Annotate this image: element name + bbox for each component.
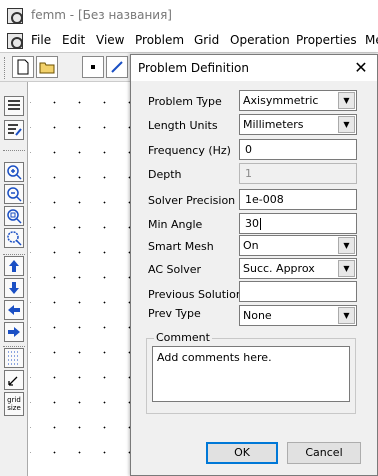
depth-label: Depth <box>148 168 182 181</box>
problem-type-label: Problem Type <box>148 95 222 108</box>
chevron-down-icon[interactable]: ▼ <box>338 307 355 324</box>
solver-precision-value: 1e-008 <box>245 193 284 206</box>
left-toolbar: grid size <box>0 82 28 476</box>
close-icon[interactable]: ✕ <box>351 58 371 78</box>
toolbar-grip[interactable] <box>4 57 7 79</box>
select-segment-icon[interactable] <box>106 56 128 78</box>
drawing-canvas[interactable] <box>30 84 134 476</box>
chevron-down-icon[interactable]: ▼ <box>338 260 355 277</box>
prev-type-label: Prev Type <box>148 307 201 320</box>
pan-right-icon[interactable] <box>4 322 24 342</box>
menu-file[interactable]: File <box>31 33 51 47</box>
previous-solution-label: Previous Solution <box>148 288 243 301</box>
prev-type-value: None <box>243 309 272 322</box>
pan-left-icon[interactable] <box>4 300 24 320</box>
menu-grid[interactable]: Grid <box>194 33 219 47</box>
solver-precision-input[interactable]: 1e-008 <box>239 189 357 210</box>
femm-app-icon <box>7 8 23 24</box>
pan-up-icon[interactable] <box>4 256 24 276</box>
smart-mesh-label: Smart Mesh <box>148 240 214 253</box>
dialog-titlebar[interactable]: Problem Definition ✕ <box>131 55 377 81</box>
frequency-value: 0 <box>245 143 252 156</box>
grid-size-button[interactable]: grid size <box>4 392 24 416</box>
toolbar-separator <box>3 150 25 151</box>
document-menu-icon[interactable] <box>7 33 23 49</box>
app-title: femm - [Без названия] <box>31 8 172 22</box>
dialog-title: Problem Definition <box>138 61 249 75</box>
edit-properties-icon[interactable] <box>4 120 24 140</box>
comment-textarea[interactable]: Add comments here. <box>152 346 350 402</box>
zoom-in-icon[interactable] <box>4 162 24 182</box>
text-caret <box>260 218 261 230</box>
problem-type-value: Axisymmetric <box>243 94 319 107</box>
min-angle-value-wrap: 30 <box>245 217 261 230</box>
length-units-value: Millimeters <box>243 118 304 131</box>
ac-solver-select[interactable]: Succ. Approx ▼ <box>239 258 357 279</box>
min-angle-input[interactable]: 30 <box>239 213 357 234</box>
pan-down-icon[interactable] <box>4 278 24 298</box>
ac-solver-value: Succ. Approx <box>243 262 315 275</box>
show-grid-icon[interactable] <box>4 348 24 368</box>
chevron-down-icon[interactable]: ▼ <box>338 116 355 133</box>
frequency-input[interactable]: 0 <box>239 139 357 160</box>
min-angle-label: Min Angle <box>148 218 203 231</box>
comment-legend: Comment <box>154 331 212 344</box>
menu-operation[interactable]: Operation <box>230 33 290 47</box>
smart-mesh-select[interactable]: On ▼ <box>239 235 357 256</box>
menu-problem[interactable]: Problem <box>135 33 184 47</box>
depth-value: 1 <box>245 167 252 180</box>
ac-solver-label: AC Solver <box>148 263 202 276</box>
properties-list-icon[interactable] <box>4 96 24 116</box>
prev-type-select[interactable]: None ▼ <box>239 305 357 326</box>
toolbar-separator <box>3 254 25 255</box>
problem-definition-dialog: Problem Definition ✕ Problem Type Axisym… <box>130 54 378 476</box>
problem-type-select[interactable]: Axisymmetric ▼ <box>239 90 357 111</box>
solver-precision-label: Solver Precision <box>148 194 236 207</box>
ok-button[interactable]: OK <box>206 442 278 464</box>
previous-solution-input[interactable] <box>239 281 357 302</box>
toolbar-separator <box>3 346 25 347</box>
menu-view[interactable]: View <box>96 33 124 47</box>
snap-grid-icon[interactable] <box>4 370 24 390</box>
menu-properties[interactable]: Properties <box>296 33 357 47</box>
min-angle-value: 30 <box>245 217 259 230</box>
new-file-icon[interactable] <box>12 56 34 78</box>
menu-more[interactable]: Me <box>365 33 378 47</box>
chevron-down-icon[interactable]: ▼ <box>338 92 355 109</box>
chevron-down-icon[interactable]: ▼ <box>338 237 355 254</box>
smart-mesh-value: On <box>243 239 259 252</box>
app-titlebar: femm - [Без названия] <box>0 0 378 30</box>
select-node-icon[interactable] <box>82 56 104 78</box>
cancel-button[interactable]: Cancel <box>287 442 361 464</box>
zoom-out-icon[interactable] <box>4 184 24 204</box>
menu-bar: File Edit View Problem Grid Operation Pr… <box>0 30 378 52</box>
length-units-select[interactable]: Millimeters ▼ <box>239 114 357 135</box>
menu-edit[interactable]: Edit <box>62 33 85 47</box>
depth-input: 1 <box>239 163 357 184</box>
zoom-window-icon[interactable] <box>4 206 24 226</box>
open-folder-icon[interactable] <box>36 56 58 78</box>
frequency-label: Frequency (Hz) <box>148 144 231 157</box>
length-units-label: Length Units <box>148 119 218 132</box>
zoom-natural-icon[interactable] <box>4 228 24 248</box>
